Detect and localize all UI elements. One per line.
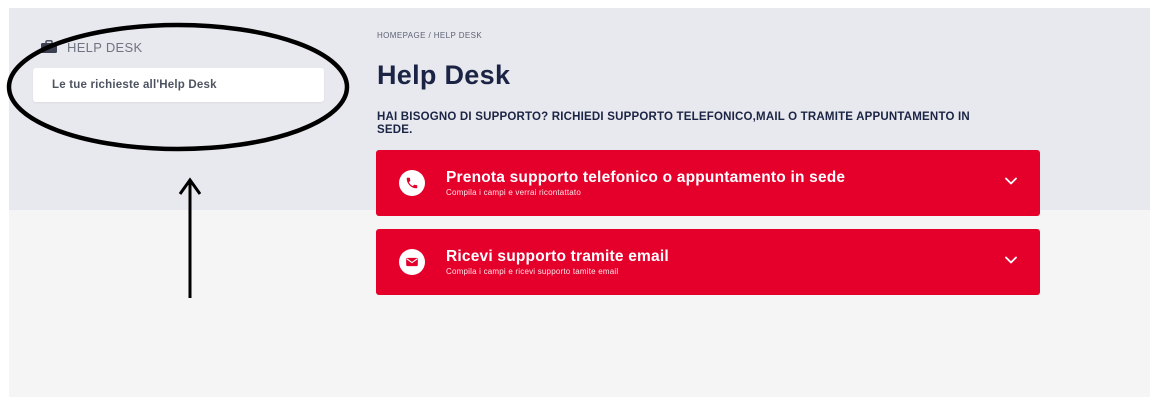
envelope-icon [399, 249, 425, 275]
email-support-accordion[interactable]: Ricevi supporto tramite email Compila i … [376, 229, 1040, 295]
phone-icon [399, 170, 425, 196]
breadcrumb-separator: / [428, 31, 432, 40]
page-subtitle: HAI BISOGNO DI SUPPORTO? RICHIEDI SUPPOR… [377, 111, 970, 136]
chevron-down-icon[interactable] [1004, 255, 1018, 265]
page-title: Help Desk [377, 60, 511, 90]
panel-subtitle: Compila i campi e ricevi supporto tamite… [446, 267, 619, 276]
sidebar-header: HELP DESK [40, 37, 142, 57]
sidebar-title: HELP DESK [67, 39, 143, 55]
sidebar-card: Le tue richieste all'Help Desk [33, 68, 324, 102]
panel-title: Ricevi supporto tramite email [446, 248, 669, 265]
panel-subtitle: Compila i campi e verrai ricontattato [446, 188, 582, 197]
breadcrumb: HOMEPAGE / HELP DESK [377, 31, 482, 40]
sidebar-item-requests[interactable]: Le tue richieste all'Help Desk [52, 79, 217, 91]
chevron-down-icon[interactable] [1004, 176, 1018, 186]
briefcase-icon [41, 40, 57, 53]
panel-title: Prenota supporto telefonico o appuntamen… [446, 169, 846, 186]
page-frame: HELP DESK Le tue richieste all'Help Desk… [9, 8, 1150, 397]
phone-support-accordion[interactable]: Prenota supporto telefonico o appuntamen… [376, 150, 1040, 216]
breadcrumb-current: HELP DESK [433, 31, 483, 40]
breadcrumb-home[interactable]: HOMEPAGE [377, 31, 426, 40]
